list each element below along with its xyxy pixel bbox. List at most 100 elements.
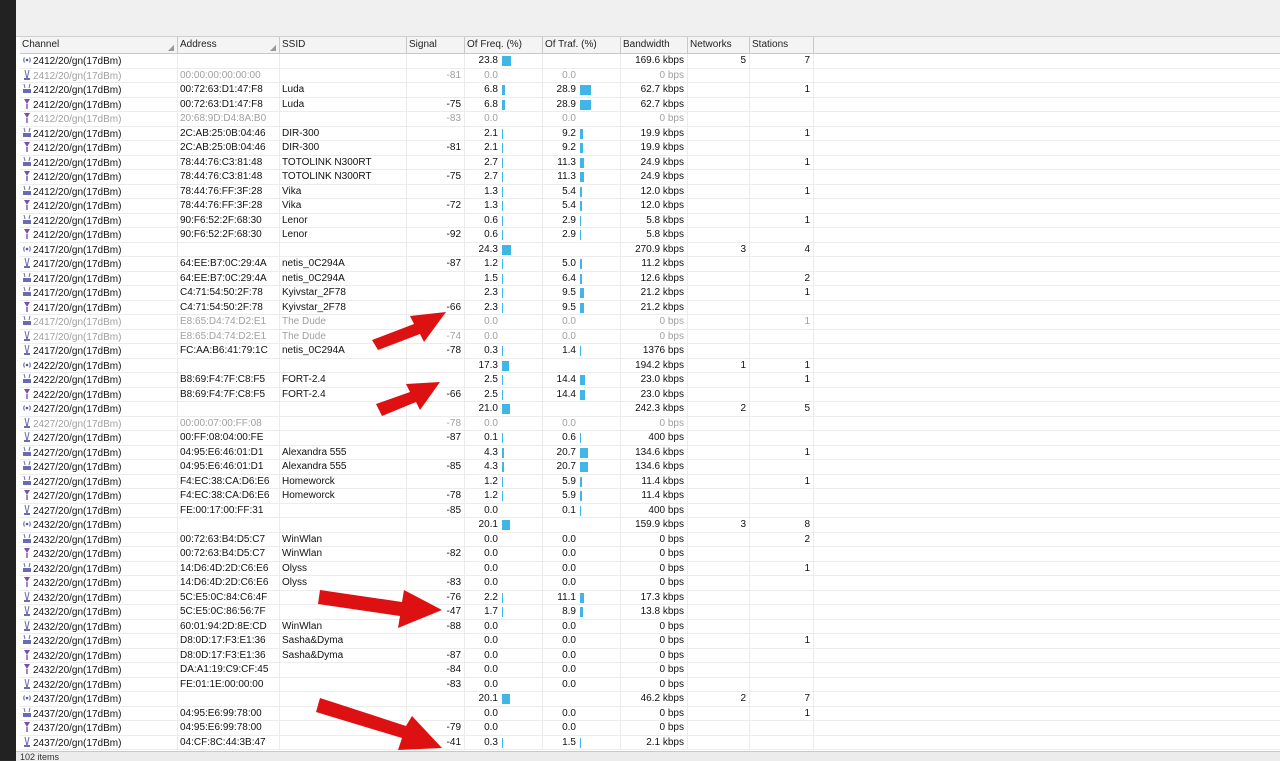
bandwidth-cell: 19.9 kbps — [621, 141, 688, 155]
traffic-cell: 28.9 — [543, 83, 621, 97]
table-row[interactable]: 2412/20/gn(17dBm) 23.8 169.6 kbps 5 7 — [20, 54, 1280, 69]
channel-cell: 2432/20/gn(17dBm) — [20, 518, 178, 532]
table-row[interactable]: 2437/20/gn(17dBm) 04:CF:8C:44:3B:47 -41 0.3… — [20, 735, 1280, 750]
table-row[interactable]: 2412/20/gn(17dBm) 90:F6:52:2F:68:30 Lenor 0… — [20, 213, 1280, 228]
table-row[interactable]: 2412/20/gn(17dBm) 00:72:63:D1:47:F8 Luda 6.… — [20, 83, 1280, 98]
freq-cell: 1.5 — [465, 271, 543, 286]
table-row[interactable]: 2437/20/gn(17dBm) 04:95:E6:99:78:00 -79 0.0… — [20, 721, 1280, 736]
table-row[interactable]: 2417/20/gn(17dBm) E8:65:D4:74:D2:E1 The Du… — [20, 329, 1280, 344]
table-row[interactable]: 2422/20/gn(17dBm) 17.3 194.2 kbps 1 1 — [20, 358, 1280, 373]
table-row[interactable]: 2427/20/gn(17dBm) FE:00:17:00:FF:31 -85 0.0… — [20, 503, 1280, 518]
table-row[interactable]: 2412/20/gn(17dBm) 00:00:00:00:00:00 -81 0.0… — [20, 68, 1280, 83]
signal-cell: -84 — [407, 663, 465, 677]
bandwidth-cell: 134.6 kbps — [621, 445, 688, 460]
channel-cell: 2432/20/gn(17dBm) — [20, 605, 178, 619]
table-row[interactable]: 2427/20/gn(17dBm) 00:FF:08:04:00:FE -87 0.1… — [20, 431, 1280, 446]
channel-cell: 2422/20/gn(17dBm) — [20, 373, 178, 387]
table-row[interactable]: 2422/20/gn(17dBm) B8:69:F4:7F:C8:F5 FORT-2… — [20, 387, 1280, 402]
table-row[interactable]: 2427/20/gn(17dBm) F4:EC:38:CA:D6:E6 Homewo… — [20, 489, 1280, 504]
channel-cell: 2417/20/gn(17dBm) — [20, 271, 178, 286]
traffic-cell: 11.1 — [543, 590, 621, 605]
table-row[interactable]: 2412/20/gn(17dBm) 2C:AB:25:0B:04:46 DIR-30… — [20, 126, 1280, 141]
freq-bar — [502, 157, 504, 168]
freq-cell: 2.3 — [465, 286, 543, 300]
table-row[interactable]: 2437/20/gn(17dBm) 20.1 46.2 kbps 2 7 — [20, 692, 1280, 707]
table-row[interactable]: 2427/20/gn(17dBm) 21.0 242.3 kbps 2 5 — [20, 402, 1280, 417]
signal-cell: -75 — [407, 170, 465, 184]
bandwidth-cell: 0 bps — [621, 721, 688, 735]
table-row[interactable]: 2432/20/gn(17dBm) 00:72:63:B4:D5:C7 WinWla… — [20, 532, 1280, 547]
bandwidth-cell: 134.6 kbps — [621, 460, 688, 474]
table-row[interactable]: 2432/20/gn(17dBm) 00:72:63:B4:D5:C7 WinWla… — [20, 547, 1280, 562]
column-header-channel[interactable]: Channel ◢ — [20, 37, 178, 53]
table-row[interactable]: 2432/20/gn(17dBm) DA:A1:19:C9:CF:45 -84 0.0… — [20, 663, 1280, 678]
column-header-stations[interactable]: Stations — [750, 37, 814, 53]
networks-cell — [688, 271, 750, 286]
signal-cell: -87 — [407, 431, 465, 445]
table-row[interactable]: 2432/20/gn(17dBm) 14:D6:4D:2D:C6:E6 Olyss -… — [20, 576, 1280, 591]
traffic-bar — [580, 230, 582, 240]
networks-cell — [688, 721, 750, 735]
table-row[interactable]: 2412/20/gn(17dBm) 78:44:76:FF:3F:28 Vika -7… — [20, 199, 1280, 214]
table-row[interactable]: 2432/20/gn(17dBm) 20.1 159.9 kbps 3 8 — [20, 518, 1280, 533]
column-header-networks[interactable]: Networks — [688, 37, 750, 53]
table-row[interactable]: 2417/20/gn(17dBm) 64:EE:B7:0C:29:4A netis_… — [20, 271, 1280, 286]
traffic-bar — [580, 491, 583, 501]
table-row[interactable]: 2432/20/gn(17dBm) 5C:E5:0C:86:56:7F -47 1.7… — [20, 605, 1280, 620]
signal-cell — [407, 518, 465, 532]
table-row[interactable]: 2417/20/gn(17dBm) C4:71:54:50:2F:78 Kyivst… — [20, 300, 1280, 315]
column-header-traffic[interactable]: Of Traf. (%) — [543, 37, 621, 53]
table-row[interactable]: 2417/20/gn(17dBm) 64:EE:B7:0C:29:4A netis_… — [20, 257, 1280, 272]
table-row[interactable]: 2412/20/gn(17dBm) 90:F6:52:2F:68:30 Lenor -… — [20, 228, 1280, 243]
ssid-cell — [280, 518, 407, 532]
bandwidth-cell: 0 bps — [621, 648, 688, 663]
table-row[interactable]: 2412/20/gn(17dBm) 78:44:76:C3:81:48 TOTOLI… — [20, 170, 1280, 185]
ap-icon — [22, 272, 33, 285]
table-row[interactable]: 2417/20/gn(17dBm) E8:65:D4:74:D2:E1 The Du… — [20, 315, 1280, 330]
table-row[interactable]: 2432/20/gn(17dBm) 14:D6:4D:2D:C6:E6 Olyss 0… — [20, 561, 1280, 576]
freq-cell: 0.0 — [465, 68, 543, 83]
address-cell: D8:0D:17:F3:E1:36 — [178, 648, 280, 663]
traffic-cell: 1.4 — [543, 344, 621, 358]
freq-bar — [502, 694, 510, 704]
column-header-freq[interactable]: Of Freq. (%) — [465, 37, 543, 53]
address-cell: E8:65:D4:74:D2:E1 — [178, 329, 280, 344]
table-row[interactable]: 2412/20/gn(17dBm) 2C:AB:25:0B:04:46 DIR-30… — [20, 141, 1280, 156]
column-header-bandwidth[interactable]: Bandwidth — [621, 37, 688, 53]
table-row[interactable]: 2432/20/gn(17dBm) FE:01:1E:00:00:00 -83 0.0… — [20, 677, 1280, 692]
table-row[interactable]: 2432/20/gn(17dBm) 5C:E5:0C:84:C6:4F -76 2.2… — [20, 590, 1280, 605]
column-header-signal[interactable]: Signal — [407, 37, 465, 53]
table-row[interactable]: 2412/20/gn(17dBm) 20:68:9D:D4:8A:B0 -83 0.0… — [20, 112, 1280, 127]
table-row[interactable]: 2412/20/gn(17dBm) 78:44:76:C3:81:48 TOTOLI… — [20, 155, 1280, 170]
address-cell: FE:00:17:00:FF:31 — [178, 503, 280, 518]
column-header-address[interactable]: Address ◢ — [178, 37, 280, 53]
table-row[interactable]: 2412/20/gn(17dBm) 78:44:76:FF:3F:28 Vika 1.… — [20, 184, 1280, 199]
traffic-bar — [580, 737, 581, 748]
table-row[interactable]: 2427/20/gn(17dBm) F4:EC:38:CA:D6:E6 Homewo… — [20, 474, 1280, 489]
address-cell: 78:44:76:FF:3F:28 — [178, 199, 280, 213]
networks-cell: 2 — [688, 402, 750, 416]
table-row[interactable]: 2412/20/gn(17dBm) 00:72:63:D1:47:F8 Luda -7… — [20, 97, 1280, 112]
column-header-ssid[interactable]: SSID — [280, 37, 407, 53]
table-row[interactable]: 2417/20/gn(17dBm) 24.3 270.9 kbps 3 4 — [20, 242, 1280, 257]
background-strip — [0, 0, 16, 760]
table-row[interactable]: 2437/20/gn(17dBm) 04:95:E6:99:78:00 0.0 0.0… — [20, 706, 1280, 721]
table-row[interactable]: 2432/20/gn(17dBm) D8:0D:17:F3:E1:36 Sasha&… — [20, 648, 1280, 663]
channel-cell: 2417/20/gn(17dBm) — [20, 315, 178, 329]
bandwidth-cell: 0 bps — [621, 112, 688, 126]
networks-cell — [688, 474, 750, 489]
table-row[interactable]: 2432/20/gn(17dBm) 60:01:94:2D:8E:CD WinWla… — [20, 619, 1280, 634]
signal-cell: -85 — [407, 503, 465, 518]
table-row[interactable]: 2427/20/gn(17dBm) 00:00:07:00:FF:08 -78 0.0… — [20, 416, 1280, 431]
table-row[interactable]: 2417/20/gn(17dBm) C4:71:54:50:2F:78 Kyivst… — [20, 286, 1280, 301]
table-row[interactable]: 2432/20/gn(17dBm) D8:0D:17:F3:E1:36 Sasha&… — [20, 634, 1280, 649]
ap-icon — [22, 286, 33, 299]
networks-cell — [688, 199, 750, 213]
table-row[interactable]: 2417/20/gn(17dBm) FC:AA:B6:41:79:1C netis_… — [20, 344, 1280, 359]
freq-cell: 0.0 — [465, 619, 543, 634]
table-row[interactable]: 2427/20/gn(17dBm) 04:95:E6:46:01:D1 Alexan… — [20, 445, 1280, 460]
table-row[interactable]: 2422/20/gn(17dBm) B8:69:F4:7F:C8:F5 FORT-2… — [20, 373, 1280, 388]
freq-bar — [502, 607, 503, 617]
channel-cell: 2412/20/gn(17dBm) — [20, 68, 178, 83]
table-row[interactable]: 2427/20/gn(17dBm) 04:95:E6:46:01:D1 Alexan… — [20, 460, 1280, 475]
